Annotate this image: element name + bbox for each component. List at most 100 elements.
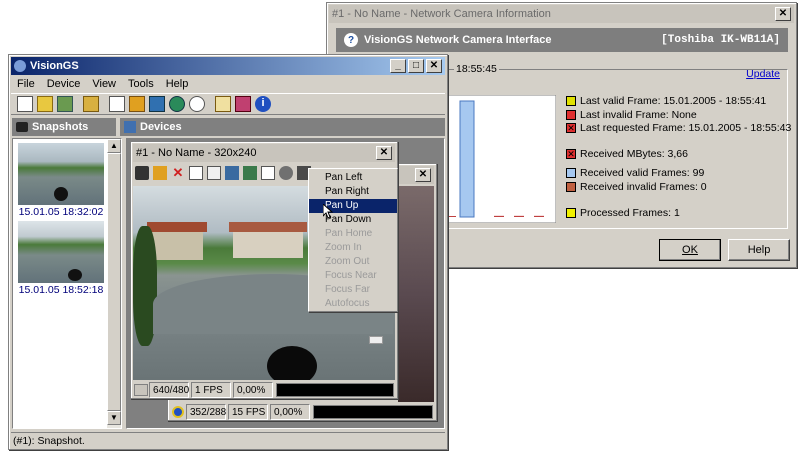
camera1-status-icon <box>134 384 148 396</box>
status-bar: (#1): Snapshot. <box>11 432 445 448</box>
house-right <box>233 230 303 258</box>
camera-config-icon[interactable] <box>57 96 73 112</box>
menu-pan-home[interactable]: Pan Home <box>309 227 397 241</box>
camera1-close-button[interactable]: ✕ <box>376 146 392 160</box>
legend-swatch <box>566 168 576 178</box>
book-icon[interactable] <box>235 96 251 112</box>
menu-pan-left[interactable]: Pan Left <box>309 171 397 185</box>
info-partial-time: 18:55:45 <box>454 63 499 75</box>
help-circle-icon: ? <box>344 33 358 47</box>
menu-zoom-out[interactable]: Zoom Out <box>309 255 397 269</box>
camera2-percent: 0,00% <box>270 404 310 420</box>
toolbar: i <box>11 93 445 115</box>
camera-icon <box>16 122 28 132</box>
scroll-up-button[interactable]: ▲ <box>107 139 121 153</box>
app-icon <box>14 60 26 72</box>
delete-x-icon[interactable]: ✕ <box>171 166 185 180</box>
mailbox <box>369 336 383 344</box>
snapshot-caption: 15.01.05 18:52:18 <box>18 284 104 296</box>
document-icon[interactable] <box>261 166 275 180</box>
legend-x-swatch: ✕ <box>566 149 576 159</box>
upload-icon[interactable] <box>153 166 167 180</box>
ok-button[interactable]: OK <box>659 239 721 261</box>
info-title: #1 - No Name - Network Camera Informatio… <box>332 8 551 20</box>
ptz-context-menu: Pan Left Pan Right Pan Up Pan Down Pan H… <box>308 168 398 312</box>
snapshot-thumbnail <box>18 221 104 283</box>
camera2-status-icon <box>172 406 184 418</box>
snapshot-thumbnail <box>18 143 104 205</box>
camera2-fps: 15 FPS <box>228 404 268 420</box>
maximize-button[interactable]: □ <box>408 59 424 73</box>
devices-icon <box>124 121 136 133</box>
camera2-close-button[interactable]: ✕ <box>415 168 431 182</box>
legend-x-swatch: ✕ <box>566 123 576 133</box>
menu-bar: File Device View Tools Help <box>11 76 194 92</box>
menu-help[interactable]: Help <box>160 78 195 90</box>
settings-tool-icon[interactable] <box>225 166 239 180</box>
scroll-down-button[interactable]: ▼ <box>107 411 121 425</box>
document-icon[interactable] <box>109 96 125 112</box>
camera1-percent: 0,00% <box>233 382 273 398</box>
snapshots-scrollbar[interactable]: ▲ ▼ <box>107 139 121 428</box>
legend-swatch <box>566 110 576 120</box>
roof-right <box>229 222 307 232</box>
legend-last-valid: Last valid Frame: 15.01.2005 - 18:55:41 <box>566 95 766 107</box>
snapshot-caption: 15.01.05 18:32:02 <box>18 206 104 218</box>
snapshots-header: Snapshots <box>12 118 116 136</box>
camera1-titlebar[interactable]: #1 - No Name - 320x240 ✕ <box>133 144 395 162</box>
legend-last-invalid: Last invalid Frame: None <box>566 109 697 121</box>
info-header-title: VisionGS Network Camera Interface <box>364 34 552 46</box>
snapshots-list[interactable]: 15.01.05 18:32:02 15.01.05 18:52:18 ▲ ▼ <box>12 138 122 429</box>
info-icon[interactable]: i <box>255 96 271 112</box>
scroll-thumb[interactable] <box>107 153 121 411</box>
legend-last-requested: ✕ Last requested Frame: 15.01.2005 - 18:5… <box>566 122 792 134</box>
close-button[interactable]: ✕ <box>426 59 442 73</box>
menu-view[interactable]: View <box>86 78 122 90</box>
snapshot-dome <box>54 187 68 201</box>
legend-swatch <box>566 96 576 106</box>
menu-file[interactable]: File <box>11 78 41 90</box>
chart-background <box>442 95 556 223</box>
chart-bar <box>514 215 524 217</box>
menu-device[interactable]: Device <box>41 78 87 90</box>
chat-icon[interactable] <box>189 96 205 112</box>
chart-bar <box>459 100 475 218</box>
frames-chart <box>442 95 556 223</box>
status-text: (#1): Snapshot. <box>13 434 85 447</box>
report-icon[interactable] <box>215 96 231 112</box>
menu-autofocus[interactable]: Autofocus <box>309 297 397 311</box>
menu-focus-far[interactable]: Focus Far <box>309 283 397 297</box>
camera2-resolution: 352/288 <box>186 404 226 420</box>
cut-icon[interactable] <box>83 96 99 112</box>
gear-icon[interactable] <box>279 166 293 180</box>
info-close-button[interactable]: ✕ <box>775 7 791 21</box>
legend-invalid-frames: Received invalid Frames: 0 <box>566 181 707 193</box>
snapshot-item[interactable]: 15.01.05 18:32:02 <box>18 143 104 218</box>
new-icon[interactable] <box>17 96 33 112</box>
image-icon[interactable] <box>243 166 257 180</box>
network-icon[interactable] <box>149 96 165 112</box>
legend-swatch <box>566 208 576 218</box>
help-button[interactable]: Help <box>728 239 790 261</box>
info-titlebar[interactable]: #1 - No Name - Network Camera Informatio… <box>329 5 794 23</box>
legend-valid-frames: Received valid Frames: 99 <box>566 167 704 179</box>
open-folder-icon[interactable] <box>37 96 53 112</box>
camera1-progress <box>276 383 394 397</box>
email-icon[interactable] <box>207 166 221 180</box>
main-titlebar[interactable]: VisionGS _ □ ✕ <box>11 57 445 75</box>
globe-icon[interactable] <box>169 96 185 112</box>
camera2-progress <box>313 405 433 419</box>
chart-bar <box>534 215 544 217</box>
update-link[interactable]: Update <box>746 68 780 80</box>
menu-zoom-in[interactable]: Zoom In <box>309 241 397 255</box>
menu-tools[interactable]: Tools <box>122 78 160 90</box>
camera1-title: #1 - No Name - 320x240 <box>136 147 257 159</box>
copy-icon[interactable] <box>189 166 203 180</box>
snapshot-item[interactable]: 15.01.05 18:52:18 <box>18 221 104 296</box>
minimize-button[interactable]: _ <box>390 59 406 73</box>
menu-pan-right[interactable]: Pan Right <box>309 185 397 199</box>
devices-header: Devices <box>120 118 445 136</box>
menu-focus-near[interactable]: Focus Near <box>309 269 397 283</box>
snapshot-camera-icon[interactable] <box>135 166 149 180</box>
upload-icon[interactable] <box>129 96 145 112</box>
